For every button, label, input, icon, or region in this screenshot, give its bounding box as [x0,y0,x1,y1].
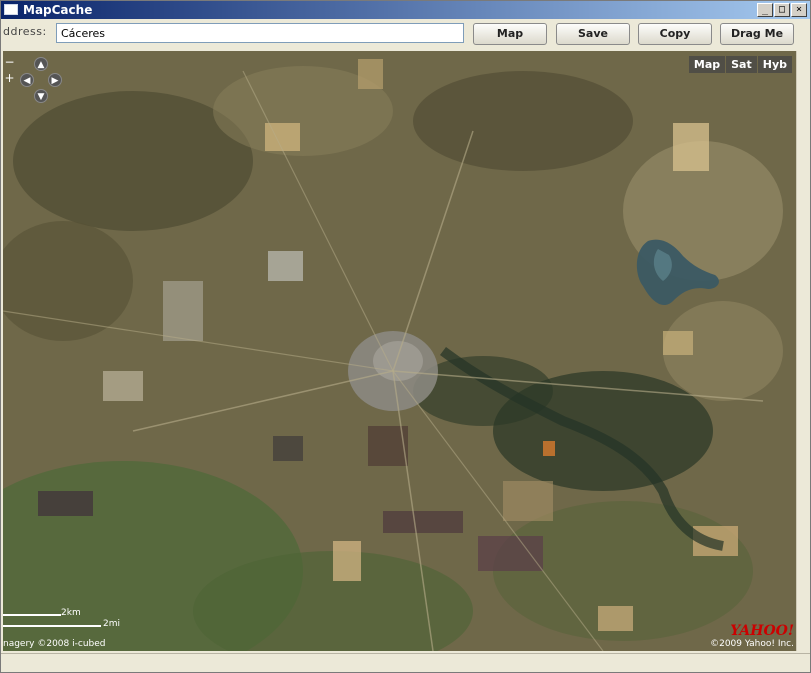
map-nav-control: − + ▲ ◀ ▶ ▼ [3,55,65,105]
window-title: MapCache [23,3,93,17]
minimize-button[interactable]: _ [757,3,773,17]
map-type-selector: Map Sat Hyb [688,56,792,73]
imagery-credit: nagery ©2008 i-cubed [3,639,106,649]
toolbar: ddress: Map Save Copy Drag Me [1,19,810,49]
map-mode-button[interactable]: Map [688,56,726,73]
mapcache-window: MapCache _ □ × ddress: Map Save Copy Dra… [0,0,811,673]
drag-me-button[interactable]: Drag Me [720,23,794,45]
address-label: ddress: [3,25,47,38]
zoom-out-button[interactable]: − [4,56,15,68]
scale-mi-label: 2mi [103,619,120,629]
sat-mode-button[interactable]: Sat [726,56,757,73]
satellite-map[interactable]: − + ▲ ◀ ▶ ▼ Map Sat Hyb 2km 2mi nagery ©… [3,51,796,651]
pan-down-button[interactable]: ▼ [34,89,48,103]
hyb-mode-button[interactable]: Hyb [757,56,792,73]
pan-up-button[interactable]: ▲ [34,57,48,71]
address-input[interactable] [56,23,464,43]
zoom-in-button[interactable]: + [4,72,15,84]
vertical-scrollbar[interactable] [796,51,810,651]
scale-line-km [3,614,61,616]
yahoo-logo: YAHOO! [730,623,794,639]
copy-button[interactable]: Copy [638,23,712,45]
scale-line-mi [3,625,101,627]
copyright-text: ©2009 Yahoo! Inc. [710,639,794,649]
pan-right-button[interactable]: ▶ [48,73,62,87]
save-button[interactable]: Save [556,23,630,45]
pan-left-button[interactable]: ◀ [20,73,34,87]
status-bar [1,653,810,672]
map-button[interactable]: Map [473,23,547,45]
satellite-imagery [3,51,796,651]
scale-km-label: 2km [61,608,81,618]
scale-bar: 2km 2mi [3,605,120,633]
maximize-button[interactable]: □ [774,3,790,17]
app-window-icon [4,4,18,15]
title-bar[interactable]: MapCache _ □ × [1,1,810,19]
close-button[interactable]: × [791,3,807,17]
